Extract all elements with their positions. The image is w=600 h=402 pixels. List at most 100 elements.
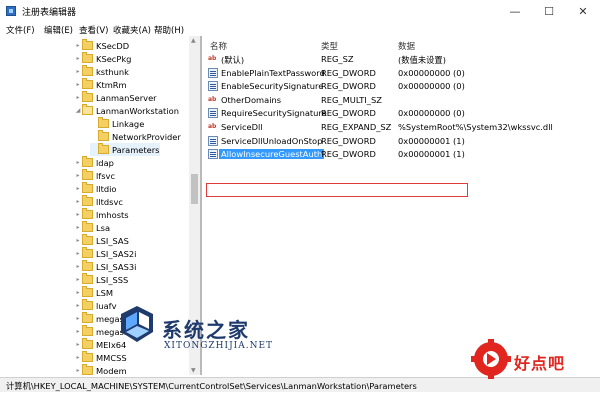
scroll-up-arrow-icon[interactable]: ▲ (191, 37, 196, 44)
expand-arrow-icon[interactable]: ▸ (74, 185, 82, 192)
tree-item[interactable]: ▸ Lsa (74, 221, 110, 234)
highlight-annotation-box (206, 183, 468, 197)
tree-item[interactable]: ▸ ldap (74, 156, 114, 169)
tree-item[interactable]: ▸ lfsvc (74, 169, 115, 182)
folder-icon (82, 364, 93, 375)
expand-arrow-icon[interactable]: ▸ (74, 172, 82, 179)
minimize-button[interactable]: — (498, 0, 532, 22)
string-value-icon: ab (208, 55, 217, 62)
expand-arrow-icon[interactable]: ▸ (74, 367, 82, 374)
binary-value-icon (208, 67, 218, 78)
tree-item[interactable]: ▸ KtmRm (74, 78, 127, 91)
expand-arrow-icon[interactable]: ▸ (74, 159, 82, 166)
value-row[interactable]: ServiceDllUnloadOnStop REG_DWORD 0x0000000… (202, 135, 600, 149)
value-row[interactable]: EnableSecuritySignature REG_DWORD 0x000000… (202, 80, 600, 94)
tree-item[interactable]: ▸ LSI_SAS3i (74, 260, 136, 273)
folder-icon (82, 91, 93, 102)
folder-icon (82, 351, 93, 362)
column-header-type[interactable]: 类型 (321, 40, 338, 52)
column-header-data[interactable]: 数据 (398, 40, 415, 52)
tree-item-label: LSI_SAS2i (96, 248, 137, 259)
haodianba-watermark: 好点吧 (470, 338, 600, 384)
tree-item[interactable]: Linkage (90, 117, 144, 130)
tree-item[interactable]: ▸ LSM (74, 286, 113, 299)
value-row[interactable]: ab ServiceDll REG_EXPAND_SZ %SystemRoot%\Sy… (202, 121, 600, 135)
tree-item[interactable]: ▸ luafv (74, 299, 116, 312)
binary-value-icon (208, 149, 218, 160)
watermark-en-text: XITONGZHIJIA.NET (164, 341, 274, 351)
expand-arrow-icon[interactable]: ▸ (74, 94, 82, 101)
value-row[interactable]: EnablePlainTextPassword REG_DWORD 0x000000… (202, 67, 600, 81)
tree-item[interactable]: ◢ LanmanWorkstation (74, 104, 179, 117)
tree-item-label: ldap (96, 157, 114, 168)
folder-icon (82, 325, 93, 336)
expand-arrow-icon[interactable]: ▸ (74, 224, 82, 231)
tree-item[interactable]: ▸ KSecPkg (74, 52, 131, 65)
tree-item-label: lltdio (96, 183, 117, 194)
expand-arrow-icon[interactable]: ▸ (74, 81, 82, 88)
expand-arrow-icon[interactable]: ▸ (74, 198, 82, 205)
folder-icon (82, 182, 93, 193)
tree-item[interactable]: ▸ lmhosts (74, 208, 129, 221)
value-name: AllowInsecureGuestAuth (219, 149, 325, 160)
tree-item-label: Modem (96, 365, 127, 376)
folder-icon (82, 247, 93, 258)
expand-arrow-icon[interactable]: ▸ (74, 354, 82, 361)
value-row[interactable]: RequireSecuritySignature REG_DWORD 0x00000… (202, 107, 600, 121)
value-data: 0x00000001 (1) (398, 135, 465, 146)
tree-item-label: LSM (96, 287, 114, 298)
tree-item[interactable]: ▸ lltdio (74, 182, 117, 195)
tree-item[interactable]: ▸ LSI_SAS2i (74, 247, 136, 260)
folder-icon (82, 52, 93, 63)
folder-icon (82, 312, 93, 323)
folder-icon (82, 156, 93, 167)
expand-arrow-icon[interactable]: ▸ (74, 302, 82, 309)
tree-item[interactable]: Parameters (90, 143, 160, 156)
tree-item[interactable]: ▸ KSecDD (74, 39, 129, 52)
tree-item-label: LSI_SAS3i (96, 261, 137, 272)
tree-item[interactable]: ▸ Modem (74, 364, 127, 375)
tree-item[interactable]: ▸ LSI_SAS (74, 234, 129, 247)
folder-icon (82, 78, 93, 89)
expand-arrow-icon[interactable]: ◢ (74, 107, 82, 114)
column-header-name[interactable]: 名称 (210, 40, 227, 52)
tree-item[interactable]: ▸ LanmanServer (74, 91, 157, 104)
value-row[interactable]: AllowInsecureGuestAuth REG_DWORD 0x0000000… (202, 148, 600, 162)
tree-item[interactable]: ▸ LSI_SSS (74, 273, 128, 286)
value-row[interactable]: ab OtherDomains REG_MULTI_SZ (202, 94, 600, 108)
expand-arrow-icon[interactable]: ▸ (74, 263, 82, 270)
expand-arrow-icon[interactable]: ▸ (74, 341, 82, 348)
menu-view[interactable]: 查看(V) (79, 24, 108, 36)
value-type: REG_DWORD (321, 108, 376, 119)
tree-item[interactable]: NetworkProvider (90, 130, 181, 143)
string-value-icon: ab (208, 95, 217, 103)
expand-arrow-icon[interactable]: ▸ (74, 250, 82, 257)
expand-arrow-icon[interactable]: ▸ (74, 328, 82, 335)
menu-help[interactable]: 帮助(H) (154, 24, 184, 36)
expand-arrow-icon[interactable]: ▸ (74, 276, 82, 283)
menu-favorites[interactable]: 收藏夹(A) (113, 24, 151, 36)
expand-arrow-icon[interactable]: ▸ (74, 315, 82, 322)
maximize-button[interactable]: ☐ (532, 0, 566, 22)
tree-item[interactable]: ▸ ksthunk (74, 65, 129, 78)
scrollbar-thumb[interactable] (191, 174, 198, 204)
watermark-haodianba-text: 好点吧 (514, 354, 566, 373)
tree-item-label: LanmanServer (96, 92, 157, 103)
menu-file[interactable]: 文件(F) (6, 24, 35, 36)
string-value-icon: ab (208, 123, 217, 130)
expand-arrow-icon[interactable]: ▸ (74, 68, 82, 75)
tree-item[interactable]: ▸ lltdsvc (74, 195, 123, 208)
scroll-down-arrow-icon[interactable]: ▼ (191, 367, 196, 374)
tree-item-label: lfsvc (96, 170, 116, 181)
folder-icon (82, 273, 93, 284)
expand-arrow-icon[interactable]: ▸ (74, 42, 82, 49)
expand-arrow-icon[interactable]: ▸ (74, 237, 82, 244)
folder-icon (82, 286, 93, 297)
menu-edit[interactable]: 编辑(E) (44, 24, 73, 36)
close-button[interactable]: ✕ (566, 0, 600, 22)
expand-arrow-icon[interactable]: ▸ (74, 211, 82, 218)
expand-arrow-icon[interactable]: ▸ (74, 55, 82, 62)
expand-arrow-icon[interactable]: ▸ (74, 289, 82, 296)
value-row[interactable]: ab (默认) REG_SZ (数值未设置) (202, 53, 600, 67)
folder-icon (82, 221, 93, 232)
